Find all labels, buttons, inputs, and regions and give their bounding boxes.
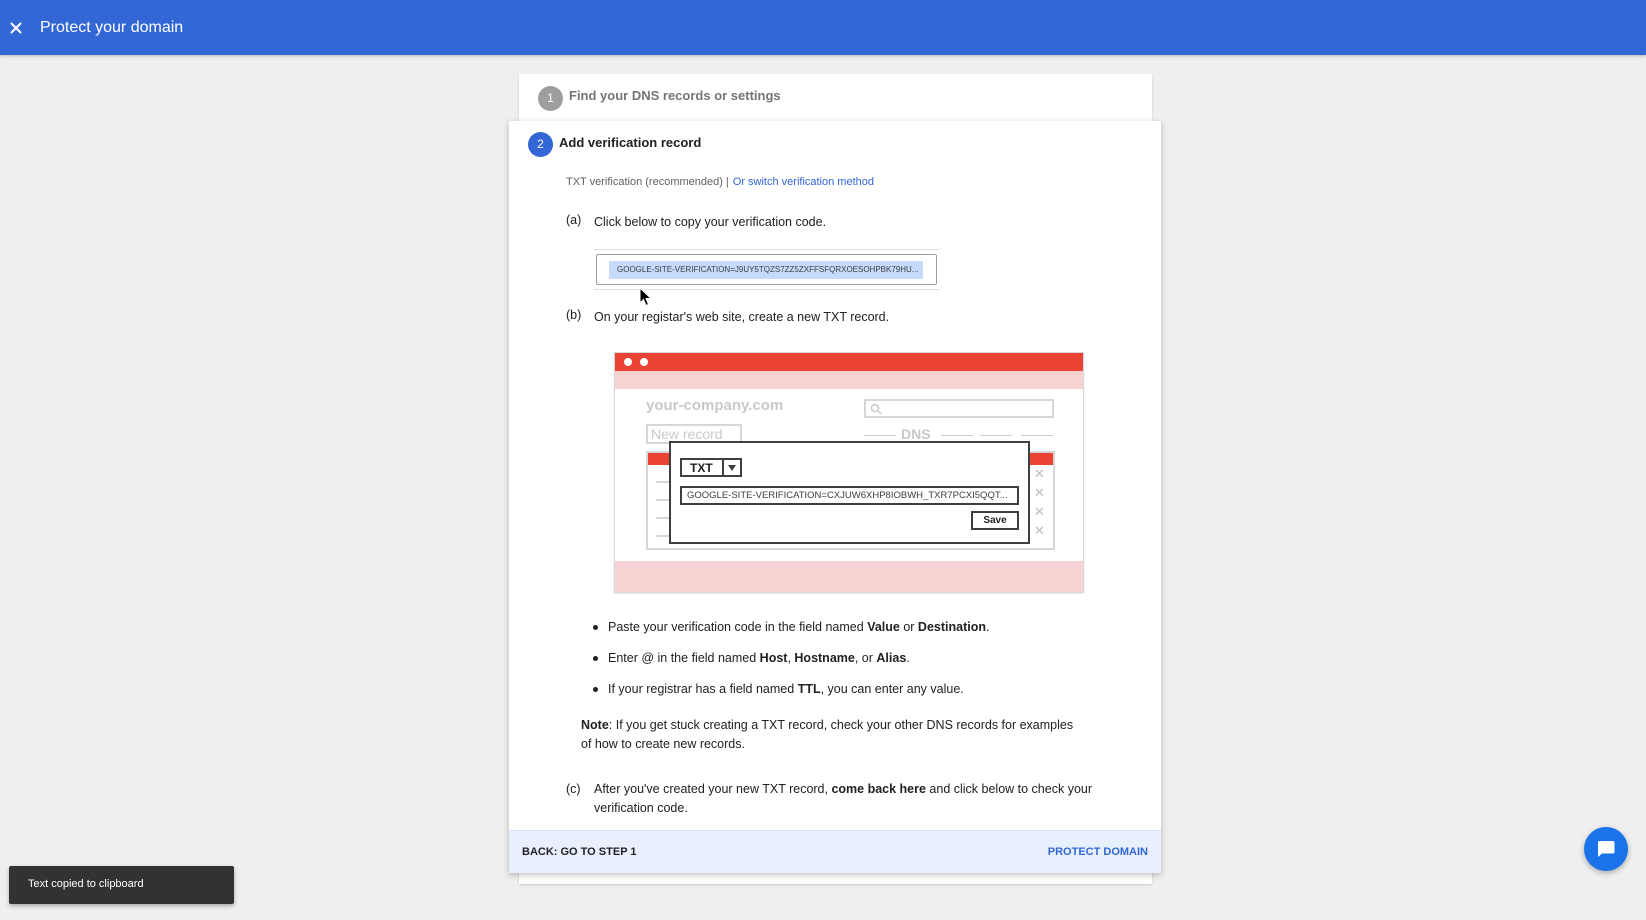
step-2-card: 2 Add verification record TXT verificati… xyxy=(509,121,1161,873)
text: or xyxy=(899,620,918,634)
protect-domain-button[interactable]: PROTECT DOMAIN xyxy=(1048,846,1148,858)
illustration-save-button: Save xyxy=(971,511,1019,530)
remove-icon: ✕ xyxy=(1034,466,1045,481)
table-row xyxy=(656,517,670,519)
field-name: Host xyxy=(759,651,788,665)
illustration-dialog: TXT GOOGLE-SITE-VERIFICATION=CXJUW6XHP8I… xyxy=(669,441,1030,544)
remove-icon: ✕ xyxy=(1034,504,1045,519)
snackbar-text: Text copied to clipboard xyxy=(28,878,144,890)
remove-icon: ✕ xyxy=(1034,523,1045,538)
item-a-text: Click below to copy your verification co… xyxy=(594,215,827,229)
divider xyxy=(864,435,896,436)
item-c-letter: (c) xyxy=(566,782,581,796)
top-app-bar: Protect your domain xyxy=(0,0,1646,55)
illustration-type-select: TXT xyxy=(680,458,742,477)
text: . xyxy=(985,620,990,634)
table-row xyxy=(656,499,670,501)
instruction-list: Paste your verification code in the fiel… xyxy=(591,618,1091,711)
chat-icon xyxy=(1597,841,1615,857)
field-name: Destination xyxy=(917,620,986,634)
note-text: : If you get stuck creating a TXT record… xyxy=(581,718,1074,751)
close-icon[interactable] xyxy=(9,21,23,35)
divider xyxy=(980,435,1012,436)
dropdown-arrow-icon xyxy=(728,465,736,471)
window-dot xyxy=(640,358,648,366)
illustration-type-value: TXT xyxy=(690,461,713,475)
item-b-letter: (b) xyxy=(566,308,582,322)
illustration-dns-label: DNS xyxy=(901,426,931,442)
step-1-label: Find your DNS records or settings xyxy=(569,88,781,103)
text: Paste your verification code in the fiel… xyxy=(608,620,868,634)
divider xyxy=(594,249,940,250)
illustration-search-box xyxy=(864,399,1054,418)
card-footer: BACK: GO TO STEP 1 PROTECT DOMAIN xyxy=(509,830,1161,873)
registrar-illustration: your-company.com New record DNS ✕ ✕ ✕ ✕ … xyxy=(614,352,1084,593)
note: Note: If you get stuck creating a TXT re… xyxy=(581,716,1086,754)
method-label: TXT verification (recommended) xyxy=(566,176,723,188)
illustration-footer xyxy=(615,561,1083,592)
list-item: Enter @ in the field named Host, Hostnam… xyxy=(591,649,1091,667)
back-button[interactable]: BACK: GO TO STEP 1 xyxy=(522,846,637,858)
text: , or xyxy=(854,651,877,665)
text: After you've created your new TXT record… xyxy=(594,782,832,796)
method-separator: | xyxy=(725,176,729,188)
step-2-label: Add verification record xyxy=(559,135,702,150)
text: . xyxy=(906,651,910,665)
step-2-number: 2 xyxy=(528,132,553,157)
divider xyxy=(941,435,973,436)
divider xyxy=(1021,435,1053,436)
text: , you can enter any value. xyxy=(820,682,964,696)
snackbar: Text copied to clipboard xyxy=(9,866,234,904)
illustration-domain: your-company.com xyxy=(646,397,784,414)
list-item: If your registrar has a field named TTL,… xyxy=(591,680,1091,698)
field-name: TTL xyxy=(797,682,821,696)
list-item: Paste your verification code in the fiel… xyxy=(591,618,1091,636)
step-1-number: 1 xyxy=(538,86,563,111)
note-label: Note xyxy=(581,718,609,732)
mouse-cursor-icon xyxy=(639,287,653,307)
field-name: Hostname xyxy=(794,651,855,665)
item-a-letter: (a) xyxy=(566,213,582,227)
search-icon xyxy=(870,403,882,415)
browser-toolbar xyxy=(615,371,1083,389)
page-title: Protect your domain xyxy=(40,18,184,36)
item-b-text: On your registar's web site, create a ne… xyxy=(594,310,890,324)
table-row xyxy=(656,481,670,483)
verification-code[interactable]: GOOGLE-SITE-VERIFICATION=J9UY5TQZS7ZZ5ZX… xyxy=(609,261,923,279)
step-1-header[interactable]: 1 Find your DNS records or settings xyxy=(519,74,1152,124)
table-row xyxy=(656,535,670,537)
field-name: Value xyxy=(867,620,900,634)
chat-button[interactable] xyxy=(1584,827,1628,871)
emphasis: come back here xyxy=(831,782,926,796)
switch-method-link[interactable]: Or switch verification method xyxy=(733,176,874,188)
text: Enter @ in the field named xyxy=(608,651,760,665)
browser-titlebar xyxy=(615,353,1083,371)
verification-method: TXT verification (recommended) | Or switch… xyxy=(566,176,874,188)
illustration-value-field: GOOGLE-SITE-VERIFICATION=CXJUW6XHP8IOBWH… xyxy=(680,486,1019,505)
window-dot xyxy=(624,358,632,366)
field-name: Alias xyxy=(876,651,907,665)
item-c-text: After you've created your new TXT record… xyxy=(594,780,1094,818)
divider xyxy=(722,460,724,475)
verification-code-box[interactable]: GOOGLE-SITE-VERIFICATION=J9UY5TQZS7ZZ5ZX… xyxy=(596,254,937,285)
remove-icon: ✕ xyxy=(1034,485,1045,500)
text: If your registrar has a field named xyxy=(608,682,798,696)
